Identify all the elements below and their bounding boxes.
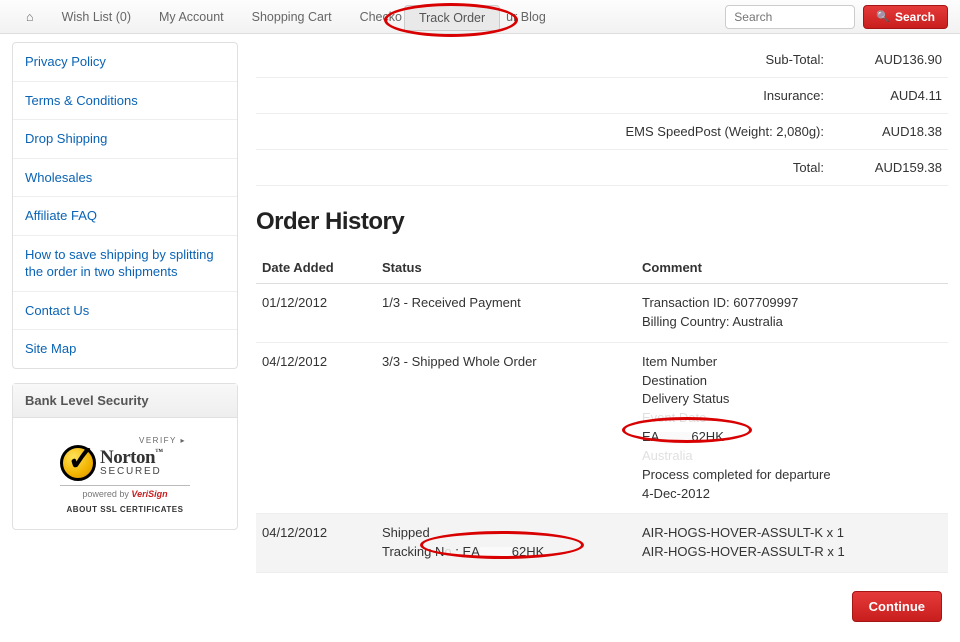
norton-checkmark-icon [60, 445, 96, 481]
col-header-comment: Comment [636, 252, 948, 284]
home-icon[interactable]: ⌂ [12, 0, 48, 34]
total-label: Total: [262, 160, 842, 175]
security-heading: Bank Level Security [13, 384, 237, 418]
search-button[interactable]: 🔍Search [863, 5, 948, 29]
sidebar-link-site-map[interactable]: Site Map [13, 330, 237, 368]
col-header-date: Date Added [256, 252, 376, 284]
nav-my-account[interactable]: My Account [145, 0, 238, 34]
shipping-label: EMS SpeedPost (Weight: 2,080g): [262, 124, 842, 139]
sidebar-link-contact-us[interactable]: Contact Us [13, 292, 237, 331]
order-history-table: Date Added Status Comment 01/12/2012 1/3… [256, 252, 948, 573]
total-value: AUD159.38 [842, 160, 942, 175]
search-input[interactable] [725, 5, 855, 29]
continue-button[interactable]: Continue [852, 591, 942, 622]
nav-shopping-cart[interactable]: Shopping Cart [238, 0, 346, 34]
history-status: 1/3 - Received Payment [376, 284, 636, 343]
subtotal-label: Sub-Total: [262, 52, 842, 67]
history-status: Shipped Tracking No.: EA62HK [376, 514, 636, 573]
search-icon: 🔍 [876, 10, 890, 23]
history-comment: Item Number Destination Delivery Status … [636, 342, 948, 514]
insurance-value: AUD4.11 [842, 88, 942, 103]
nav-checkout[interactable]: Checko [346, 0, 404, 34]
history-status: 3/3 - Shipped Whole Order [376, 342, 636, 514]
shipping-value: AUD18.38 [842, 124, 942, 139]
history-date: 04/12/2012 [256, 514, 376, 573]
order-totals: Sub-Total: AUD136.90 Insurance: AUD4.11 … [256, 42, 948, 186]
sidebar-link-privacy-policy[interactable]: Privacy Policy [13, 43, 237, 82]
nav-blog[interactable]: ur Blog [500, 0, 560, 34]
history-comment: Transaction ID: 607709997 Billing Countr… [636, 284, 948, 343]
history-row: 04/12/2012 Shipped Tracking No.: EA62HK … [256, 514, 948, 573]
sidebar-info-links: Privacy Policy Terms & Conditions Drop S… [12, 42, 238, 369]
norton-seal[interactable]: VERIFY ▸ Norton™ SECURED powered by Veri… [60, 436, 190, 514]
history-row: 01/12/2012 1/3 - Received Payment Transa… [256, 284, 948, 343]
insurance-label: Insurance: [262, 88, 842, 103]
tracking-number: EA62HK [642, 429, 724, 444]
history-date: 01/12/2012 [256, 284, 376, 343]
security-box: Bank Level Security VERIFY ▸ Norton™ SEC… [12, 383, 238, 530]
history-row: 04/12/2012 3/3 - Shipped Whole Order Ite… [256, 342, 948, 514]
sidebar-link-split-shipping[interactable]: How to save shipping by splitting the or… [13, 236, 237, 292]
history-date: 04/12/2012 [256, 342, 376, 514]
sidebar-link-affiliate-faq[interactable]: Affiliate FAQ [13, 197, 237, 236]
order-history-heading: Order History [256, 208, 948, 236]
sidebar-link-terms[interactable]: Terms & Conditions [13, 82, 237, 121]
col-header-status: Status [376, 252, 636, 284]
sidebar-link-wholesales[interactable]: Wholesales [13, 159, 237, 198]
about-ssl-link[interactable]: ABOUT SSL CERTIFICATES [60, 505, 190, 514]
subtotal-value: AUD136.90 [842, 52, 942, 67]
nav-wishlist[interactable]: Wish List (0) [48, 0, 145, 34]
history-comment: AIR-HOGS-HOVER-ASSULT-K x 1 AIR-HOGS-HOV… [636, 514, 948, 573]
nav-track-order[interactable]: Track Order [404, 5, 500, 31]
top-nav-bar: ⌂ Wish List (0) My Account Shopping Cart… [0, 0, 960, 34]
sidebar-link-drop-shipping[interactable]: Drop Shipping [13, 120, 237, 159]
